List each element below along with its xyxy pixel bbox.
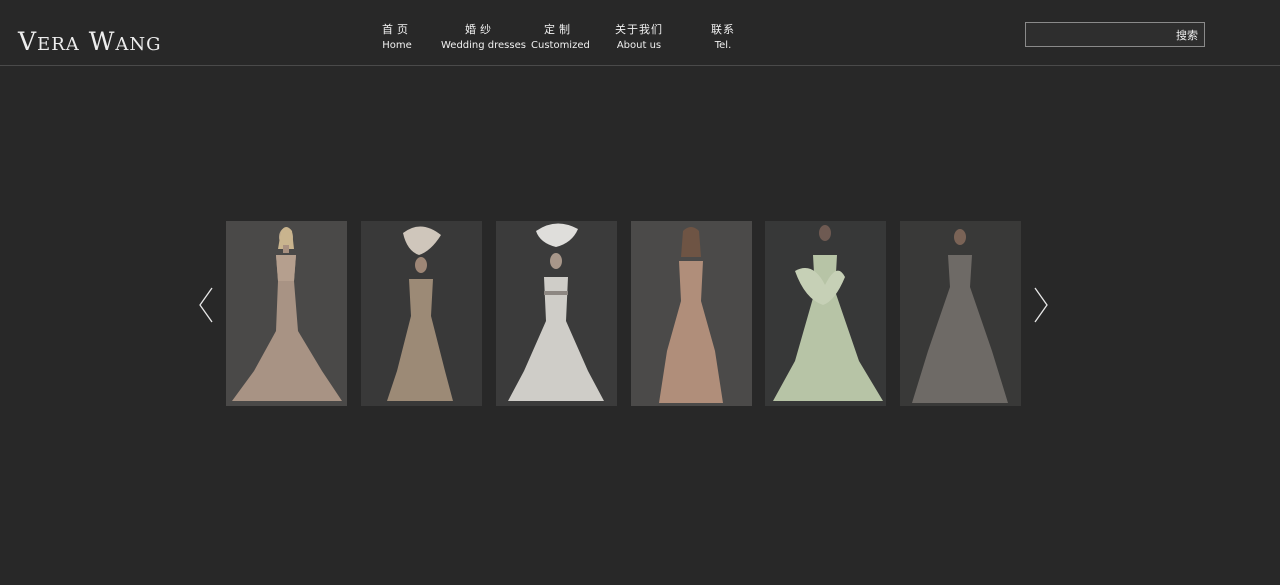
chevron-left-icon <box>199 287 213 323</box>
nav-item-about-us-en: About us <box>616 40 662 51</box>
nav-item-wedding-dresses-zh: 婚纱 <box>465 23 495 36</box>
dress-photo-3[interactable] <box>496 221 617 406</box>
nav-item-contact[interactable]: 联系 Tel. <box>705 22 741 54</box>
nav-item-wedding-dresses[interactable]: 婚纱 Wedding dresses <box>441 22 526 54</box>
site-header: Vera Wang 首页 Home 婚纱 Wedding dresses 定制 … <box>0 0 1280 66</box>
carousel-next-button[interactable] <box>1033 287 1049 323</box>
chevron-right-icon <box>1034 287 1048 323</box>
nav-item-contact-zh: 联系 <box>711 23 735 36</box>
nav-item-about-us-zh: 关于我们 <box>615 23 663 36</box>
search-button[interactable]: 搜索 <box>1176 27 1198 43</box>
nav-item-contact-en: Tel. <box>714 40 732 51</box>
nav-item-customized-zh: 定制 <box>544 23 574 36</box>
nav-item-wedding-dresses-en: Wedding dresses <box>441 40 526 51</box>
search-input[interactable] <box>1028 25 1172 45</box>
nav-item-home-zh: 首页 <box>382 23 412 36</box>
nav-item-customized-en: Customized <box>531 40 590 51</box>
dress-photo-1[interactable] <box>226 221 347 406</box>
brand-logo[interactable]: Vera Wang <box>18 20 162 64</box>
dress-photo-6[interactable] <box>900 221 1021 406</box>
nav-item-about-us[interactable]: 关于我们 About us <box>612 22 666 54</box>
nav-item-home-en: Home <box>382 40 412 51</box>
nav-item-home[interactable]: 首页 Home <box>380 22 414 54</box>
carousel-prev-button[interactable] <box>198 287 214 323</box>
dress-photo-5[interactable] <box>765 221 886 406</box>
nav-item-customized[interactable]: 定制 Customized <box>531 22 590 54</box>
search-box: 搜索 <box>1025 22 1205 47</box>
dress-photo-4[interactable] <box>631 221 752 406</box>
dress-photo-2[interactable] <box>361 221 482 406</box>
